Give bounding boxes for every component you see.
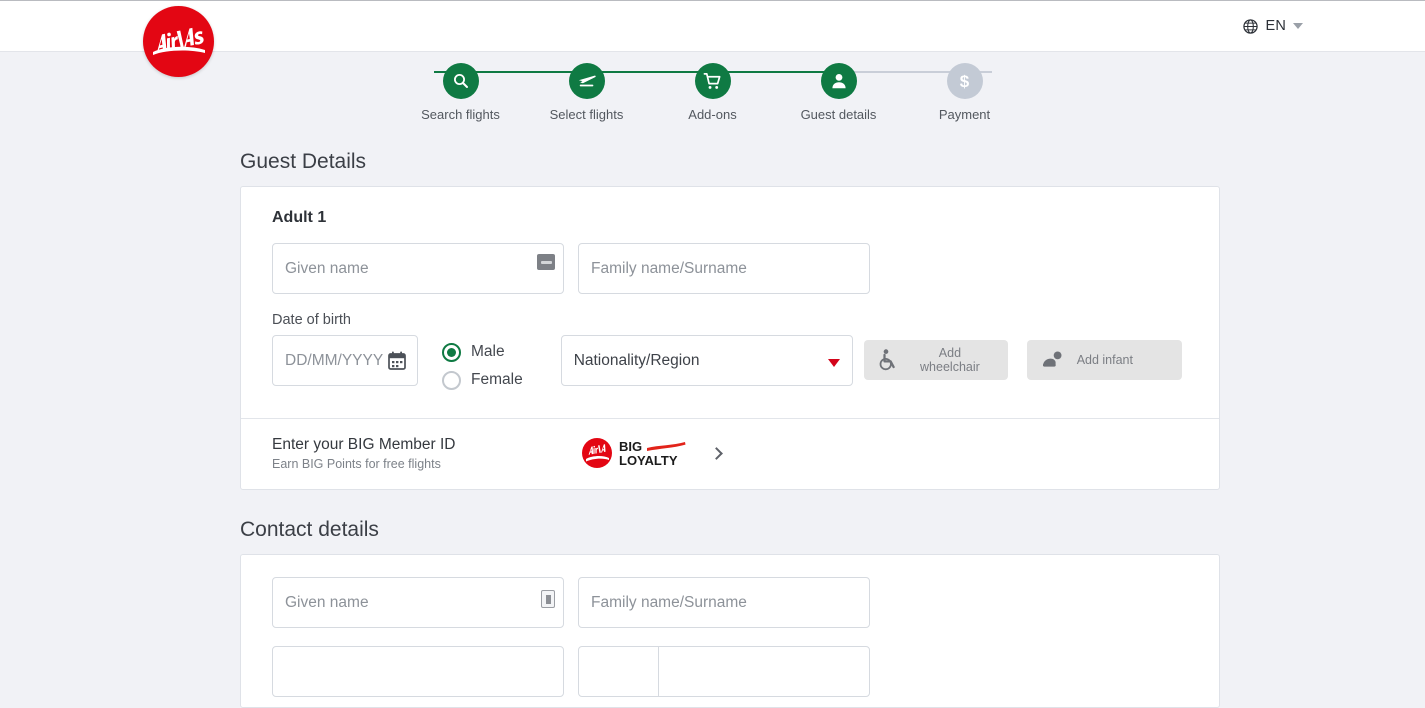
input-placeholder: Family name/Surname [591,593,747,611]
button-label: Add wheelchair [920,346,980,374]
step-search-flights[interactable]: Search flights [401,63,521,122]
big-logo-text-line1: BIG [619,439,642,454]
contact-phone-country-code-select[interactable] [579,647,659,696]
contact-email-input[interactable] [272,646,564,697]
site-header: EN [0,0,1425,77]
adult-1-title: Adult 1 [272,209,327,226]
adult-dob-input[interactable]: DD/MM/YYYY [272,335,418,386]
add-infant-button[interactable]: Add infant [1026,340,1182,380]
step-payment[interactable]: $ Payment [905,63,1025,122]
adult-nationality-select[interactable]: Nationality/Region [560,335,853,386]
language-selector[interactable]: EN [1243,18,1303,34]
contact-email-phone-row [272,646,1188,697]
input-placeholder: Given name [285,259,369,277]
dollar-icon: $ [959,71,970,91]
big-logo-text-line2: LOYALTY [619,453,678,468]
contact-phone-number-input[interactable] [659,647,869,696]
step-icon-circle: $ [946,63,983,99]
gender-label-male: Male [471,343,505,360]
booking-progress-stepper: Search flights Select flights Add-ons Gu… [401,52,1025,122]
calendar-icon[interactable] [388,351,406,375]
language-code: EN [1265,18,1286,34]
select-value: Nationality/Region [573,351,700,369]
chevron-down-icon [1293,23,1303,29]
autofill-contact-icon[interactable] [541,590,555,608]
step-label: Guest details [800,107,877,122]
step-icon-circle [442,63,479,99]
step-label: Select flights [549,107,624,122]
input-placeholder: DD/MM/YYYY [285,351,384,369]
cart-icon [703,72,721,89]
radio-male-icon[interactable] [442,342,461,362]
page-title: Guest Details [240,150,367,173]
wheelchair-icon [879,349,895,371]
globe-icon [1243,18,1259,34]
big-member-subtitle: Earn BIG Points for free flights [272,457,441,471]
autofill-card-icon[interactable] [537,254,555,270]
radio-female-icon[interactable] [442,370,461,390]
date-of-birth-label: Date of birth [272,312,351,328]
adult-given-name-input[interactable]: Given name [272,243,564,294]
chevron-down-icon [827,359,840,367]
contact-details-title: Contact details [240,518,379,541]
name-row: Given name Family name/Surname [272,243,1188,294]
add-wheelchair-button[interactable]: Add wheelchair [863,340,1008,380]
airasia-circle-icon [582,438,613,468]
contact-details-card: Given name Family name/Surname [240,554,1220,708]
step-add-ons[interactable]: Add-ons [653,63,773,122]
step-icon-circle [694,63,731,99]
dob-gender-row: DD/MM/YYYY Male Female Nationality/Regio… [272,335,1188,394]
step-guest-details[interactable]: Guest details [779,63,899,122]
plane-icon [578,75,596,87]
contact-family-name-input[interactable]: Family name/Surname [578,577,870,628]
gender-radio-group: Male Female [442,335,523,394]
contact-phone-group [578,646,870,697]
guest-details-card: Adult 1 Given name Family name/Surname D… [240,186,1220,490]
adult-family-name-input[interactable]: Family name/Surname [578,243,870,294]
contact-given-name-input[interactable]: Given name [272,577,564,628]
input-placeholder: Family name/Surname [591,259,747,277]
big-member-row[interactable]: Enter your BIG Member ID Earn BIG Points… [241,418,1219,489]
chevron-right-icon [710,446,724,460]
infant-icon [1042,351,1062,367]
big-loyalty-wordmark-icon: BIG LOYALTY [619,439,686,468]
airasia-logo[interactable] [143,6,214,77]
button-label: Add infant [1076,353,1133,367]
step-icon-circle [568,63,605,99]
gender-option-female[interactable]: Female [442,366,523,394]
step-select-flights[interactable]: Select flights [527,63,647,122]
airasia-wordmark-icon [152,27,205,55]
big-member-title: Enter your BIG Member ID [272,436,456,453]
step-label: Payment [938,107,991,122]
step-label: Search flights [421,107,500,122]
gender-label-female: Female [471,371,523,388]
gender-option-male[interactable]: Male [442,338,523,366]
input-placeholder: Given name [285,593,369,611]
main-content: Guest Details Adult 1 Given name Family … [0,150,1425,708]
person-icon [831,74,846,89]
step-label: Add-ons [688,107,737,122]
big-loyalty-logo: BIG LOYALTY [580,436,724,470]
search-icon [453,74,468,88]
big-member-text: Enter your BIG Member ID Earn BIG Points… [272,435,455,471]
step-icon-circle [820,63,857,99]
contact-name-row: Given name Family name/Surname [272,577,1188,628]
